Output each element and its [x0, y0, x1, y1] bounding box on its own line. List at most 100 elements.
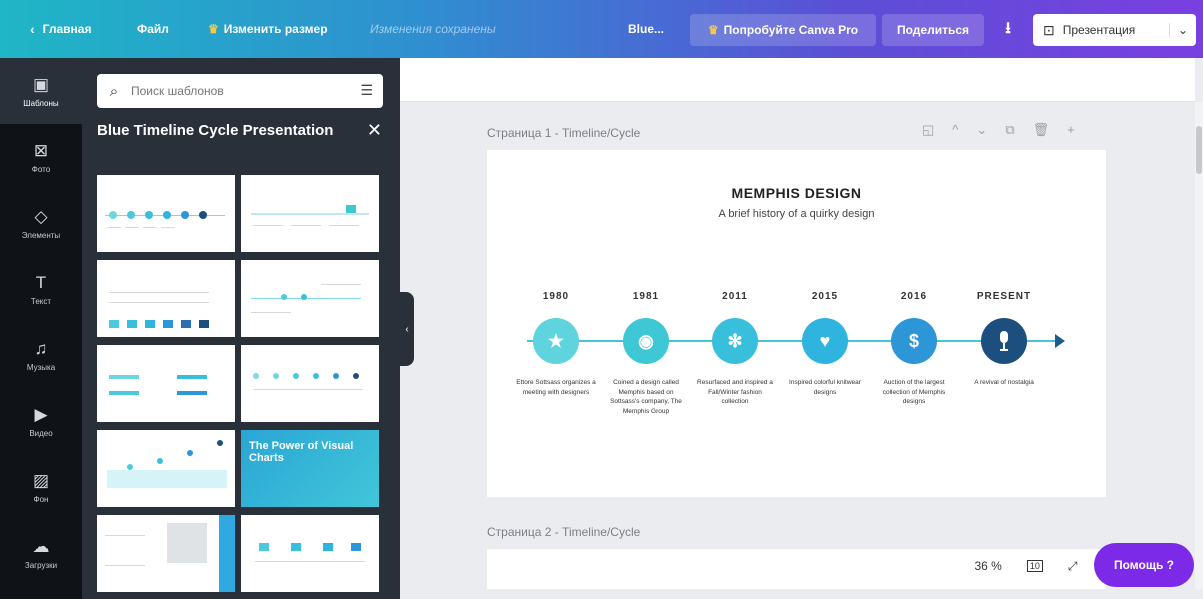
help-button[interactable]: Помощь ?	[1094, 543, 1194, 587]
microphone-icon	[1000, 331, 1008, 351]
add-page-icon[interactable]: +	[1067, 122, 1075, 138]
timeline-year: 2011	[722, 291, 748, 302]
filter-icon[interactable]: ☰	[360, 82, 373, 99]
fullscreen-icon[interactable]: ⤢	[1068, 559, 1078, 574]
star-icon: ★	[533, 318, 579, 364]
trash-icon[interactable]: 🗑	[1033, 122, 1050, 138]
chevron-down-icon[interactable]: ⌄	[976, 122, 987, 138]
try-canva-pro-button[interactable]: ♛ Попробуйте Canva Pro	[690, 14, 876, 46]
collapse-panel-button[interactable]: ‹	[400, 292, 414, 366]
rail-label: Шаблоны	[23, 98, 59, 108]
search-icon: ⌕	[109, 82, 119, 100]
template-thumbnail[interactable]	[241, 260, 379, 337]
template-thumbnail[interactable]	[97, 515, 235, 592]
templates-panel: ⌕ ☰ Blue Timeline Cycle Presentation ✕	[82, 58, 400, 599]
page-1-label: Страница 1 - Timeline/Cycle	[487, 126, 641, 140]
share-label: Поделиться	[896, 23, 970, 37]
template-search: ⌕ ☰	[97, 74, 383, 108]
chevron-left-icon: ‹	[30, 21, 35, 37]
chevron-left-icon: ‹	[405, 323, 409, 335]
timeline-description: Ettore Sottsass organizes a meeting with…	[516, 379, 596, 396]
zoom-controls: 36 % 10 ⤢	[962, 549, 1090, 583]
rail-item-music[interactable]: ♫ Музыка	[0, 322, 82, 388]
template-title: Blue Timeline Cycle Presentation	[97, 122, 334, 139]
present-button[interactable]: ⊡ Презентация ⌄	[1033, 14, 1196, 46]
templates-icon: ▣	[32, 74, 50, 94]
timeline-description: Auction of the largest collection of Mem…	[882, 379, 946, 405]
template-thumbnail[interactable]	[241, 345, 379, 422]
crown-icon: ♛	[208, 22, 219, 36]
timeline-year: 2015	[811, 291, 839, 302]
slide-title[interactable]: MEMPHIS DESIGN	[487, 185, 1106, 201]
resize-button[interactable]: ♛ Изменить размер	[208, 0, 328, 58]
photo-icon: ⊠	[33, 140, 49, 160]
try-pro-label: Попробуйте Canva Pro	[723, 23, 859, 37]
rail-item-templates[interactable]: ▣ Шаблоны	[0, 58, 82, 124]
thumbnail-heading: The Power of Visual Charts	[249, 440, 354, 464]
timeline-year: 2016	[900, 291, 928, 302]
rail-item-video[interactable]: ▶ Видео	[0, 388, 82, 454]
timeline-description: Resurfaced and inspired a Fall/Winter fa…	[697, 379, 773, 405]
rail-label: Загрузки	[24, 560, 58, 570]
timeline-arrow-icon	[1055, 334, 1065, 348]
page-tools: ◱ ^ ⌄ ⧉ 🗑 +	[922, 122, 1075, 138]
rail-label: Фон	[33, 494, 49, 504]
help-label: Помощь ?	[1113, 558, 1174, 572]
dollar-icon: $	[891, 318, 937, 364]
rail-item-elements[interactable]: ◇ Элементы	[0, 190, 82, 256]
slide-subtitle[interactable]: A brief history of a quirky design	[487, 208, 1106, 220]
upload-cloud-icon: ☁	[32, 536, 50, 556]
rail-item-photos[interactable]: ⊠ Фото	[0, 124, 82, 190]
duplicate-icon[interactable]: ⧉	[1005, 122, 1014, 138]
template-thumbnail[interactable]: The Power of Visual Charts	[241, 430, 379, 507]
home-button[interactable]: ‹ Главная	[30, 0, 91, 58]
rail-item-background[interactable]: ▨ Фон	[0, 454, 82, 520]
slide-page-1[interactable]: MEMPHIS DESIGN A brief history of a quir…	[487, 150, 1106, 497]
presentation-icon: ⊡	[1043, 21, 1055, 38]
scrollbar-thumb[interactable]	[1196, 126, 1202, 174]
rail-label: Фото	[31, 164, 51, 174]
elements-icon: ◇	[34, 206, 48, 226]
rail-label: Музыка	[26, 362, 56, 372]
close-icon[interactable]: ✕	[367, 120, 382, 141]
file-menu-button[interactable]: Файл	[137, 0, 169, 58]
editor-toolbar	[400, 58, 1195, 102]
template-thumbnail[interactable]	[97, 345, 235, 422]
save-status: Изменения сохранены	[370, 0, 496, 58]
template-thumbnail[interactable]	[241, 515, 379, 592]
rail-label: Текст	[30, 296, 52, 306]
eye-icon: ◉	[623, 318, 669, 364]
background-icon: ▨	[32, 470, 50, 490]
timeline-year: 1981	[632, 291, 660, 302]
rail-label: Видео	[29, 428, 53, 438]
template-thumbnail[interactable]	[97, 260, 235, 337]
video-icon: ▶	[34, 404, 48, 424]
heart-icon: ♥	[802, 318, 848, 364]
chevron-up-icon[interactable]: ^	[952, 122, 958, 138]
download-icon: ⭳	[1005, 19, 1011, 37]
file-label: Файл	[137, 22, 169, 36]
timeline-description: Coined a design called Memphis based on …	[610, 379, 682, 415]
page-grid-icon[interactable]: 10	[1026, 560, 1043, 572]
timeline-year: PRESENT	[976, 291, 1032, 302]
snowflake-icon: ✻	[712, 318, 758, 364]
canvas-scrollbar[interactable]	[1195, 102, 1203, 589]
music-icon: ♫	[34, 338, 48, 358]
save-status-text: Изменения сохранены	[370, 22, 496, 36]
side-navigation: ▣ Шаблоны ⊠ Фото ◇ Элементы T Текст ♫ Му…	[0, 58, 82, 599]
zoom-level[interactable]: 36 %	[975, 559, 1002, 573]
template-thumbnail[interactable]	[97, 175, 235, 252]
timeline-description: A revival of nostalgia	[974, 379, 1034, 386]
share-button[interactable]: Поделиться	[882, 14, 984, 46]
download-button[interactable]: ⭳	[990, 14, 1026, 46]
template-thumbnail[interactable]	[241, 175, 379, 252]
document-title[interactable]: Blue...	[628, 0, 664, 58]
chevron-down-icon[interactable]: ⌄	[1168, 23, 1188, 37]
rail-item-text[interactable]: T Текст	[0, 256, 82, 322]
note-icon[interactable]: ◱	[922, 122, 934, 138]
rail-label: Элементы	[21, 230, 61, 240]
rail-item-uploads[interactable]: ☁ Загрузки	[0, 520, 82, 586]
document-title-text: Blue...	[628, 22, 665, 36]
template-thumbnail[interactable]	[97, 430, 235, 507]
template-search-input[interactable]	[131, 84, 341, 98]
